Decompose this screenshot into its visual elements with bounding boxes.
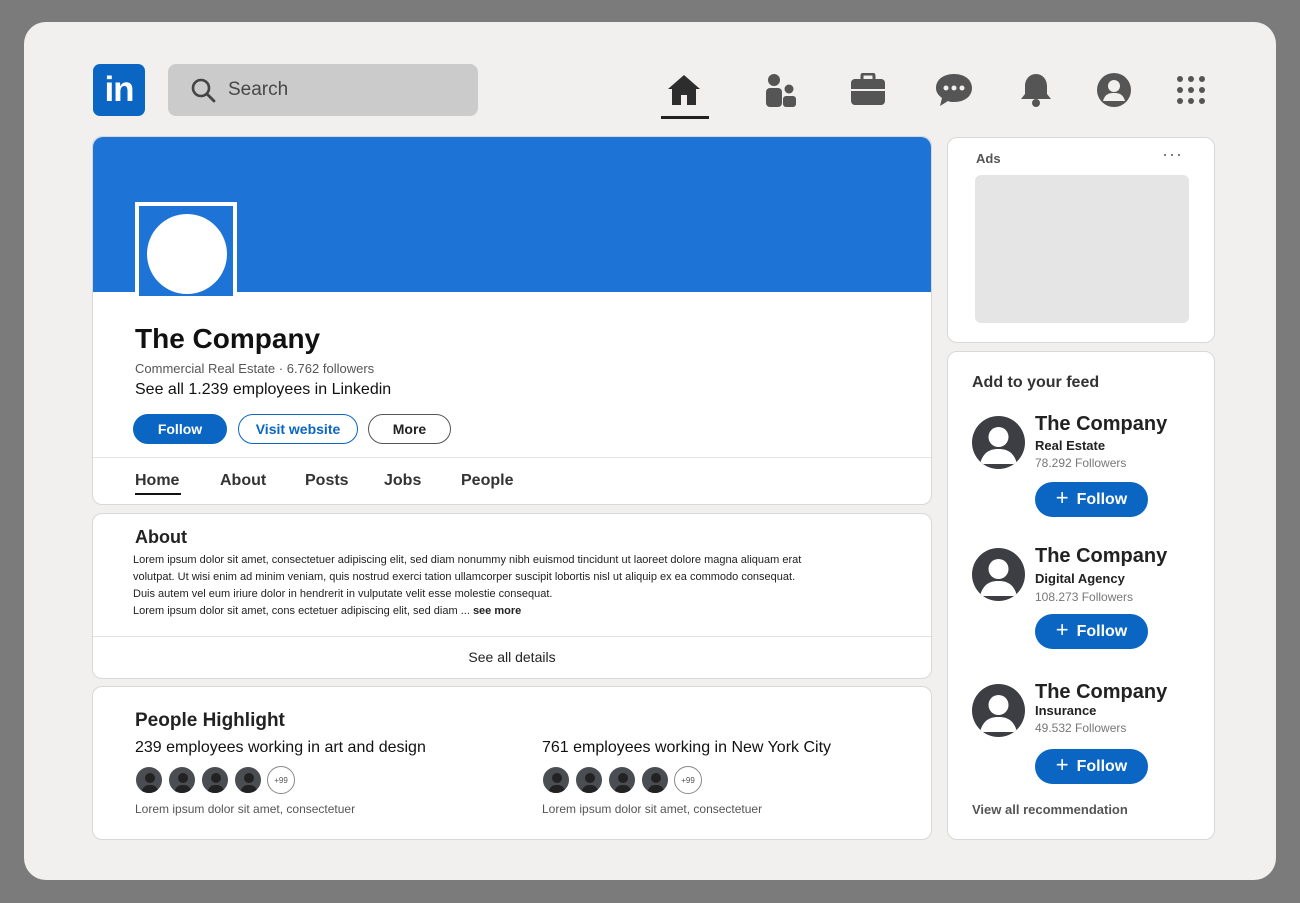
view-all-recommendation-link[interactable]: View all recommendation [972,802,1128,817]
apps-icon[interactable] [1171,70,1211,110]
people-highlight-title: People Highlight [135,710,285,731]
feed-company-industry: Insurance [1035,703,1097,718]
tab-about[interactable]: About [220,472,266,490]
company-profile-card: The Company Commercial Real Estate · 6.7… [92,136,932,505]
visit-website-button[interactable]: Visit website [238,414,358,444]
person-avatar [608,766,636,794]
person-avatar [168,766,196,794]
about-line: Duis autem vel eum iriure dolor in hendr… [133,588,553,600]
add-to-feed-card: Add to your feed The Company Real Estate… [947,351,1215,840]
person-avatar [135,766,163,794]
ads-more-options-icon[interactable]: ··· [1162,144,1183,165]
jobs-icon[interactable] [848,70,888,110]
tab-people[interactable]: People [461,472,513,490]
company-name: The Company [135,323,321,354]
feed-company-name[interactable]: The Company [1035,681,1167,704]
feed-follow-label: Follow [1076,757,1128,775]
person-avatar [201,766,229,794]
feed-company-followers: 49.532 Followers [1035,721,1127,735]
feed-follow-label: Follow [1076,622,1128,640]
about-divider [93,636,931,637]
search-icon [191,78,216,103]
people-group-caption: Lorem ipsum dolor sit amet, consectetuer [542,802,763,816]
me-icon[interactable] [1094,70,1134,110]
people-avatar-stack[interactable]: +99 [135,766,305,794]
feed-follow-label: Follow [1076,490,1128,508]
people-group-title: 761 employees working in New York City [542,739,832,756]
employees-link[interactable]: See all 1.239 employees in Linkedin [135,381,391,399]
tab-posts[interactable]: Posts [305,472,349,490]
about-line-last: Lorem ipsum dolor sit amet, cons ectetue… [133,603,853,620]
ads-card: Ads ··· [947,137,1215,343]
feed-follow-button[interactable]: + Follow [1035,749,1148,784]
ad-placeholder[interactable] [975,175,1189,323]
feed-follow-button[interactable]: + Follow [1035,614,1148,649]
about-line: Lorem ipsum dolor sit amet, consectetuer… [133,554,802,566]
see-all-details-link[interactable]: See all details [93,649,931,665]
plus-icon: + [1055,752,1069,777]
feed-company-followers: 108.273 Followers [1035,590,1134,604]
feed-company-industry: Digital Agency [1035,571,1125,586]
feed-follow-button[interactable]: + Follow [1035,482,1148,517]
person-avatar [542,766,570,794]
more-button[interactable]: More [368,414,451,444]
more-people-badge[interactable]: +99 [267,766,295,794]
feed-company-followers: 78.292 Followers [1035,456,1127,470]
tab-home[interactable]: Home [135,472,179,490]
people-group-title: 239 employees working in art and design [135,739,426,756]
company-meta: Commercial Real Estate · 6.762 followers [135,361,375,376]
plus-icon: + [1055,617,1069,642]
about-card: About Lorem ipsum dolor sit amet, consec… [92,513,932,679]
follow-button[interactable]: Follow [133,414,227,444]
people-group-caption: Lorem ipsum dolor sit amet, consectetuer [135,802,356,816]
company-logo-circle [147,214,227,294]
tabs-divider [93,457,931,458]
ads-label: Ads [976,151,1001,166]
people-highlight-card: People Highlight 239 employees working i… [92,686,932,840]
about-line: volutpat. Ut wisi enim ad minim veniam, … [133,571,796,583]
network-icon[interactable] [760,70,800,110]
feed-company-name[interactable]: The Company [1035,413,1167,436]
feed-title: Add to your feed [972,374,1100,391]
notifications-icon[interactable] [1016,70,1056,110]
more-people-badge[interactable]: +99 [674,766,702,794]
about-description: Lorem ipsum dolor sit amet, consectetuer… [133,552,853,620]
linkedin-logo[interactable]: in [93,64,145,116]
person-avatar [234,766,262,794]
person-avatar [641,766,669,794]
about-title: About [135,527,187,547]
messaging-icon[interactable] [934,70,974,110]
tab-jobs[interactable]: Jobs [384,472,421,490]
company-avatar[interactable] [972,416,1025,469]
company-avatar[interactable] [972,548,1025,601]
people-avatar-stack[interactable]: +99 [542,766,712,794]
about-line: Lorem ipsum dolor sit amet, cons ectetue… [133,605,470,617]
company-avatar[interactable] [972,684,1025,737]
person-avatar [575,766,603,794]
see-more-link[interactable]: see more [473,605,521,617]
home-icon[interactable] [664,70,704,110]
feed-company-industry: Real Estate [1035,438,1106,453]
home-active-indicator [661,116,709,119]
tab-home-underline [135,493,181,495]
feed-company-name[interactable]: The Company [1035,545,1167,568]
plus-icon: + [1055,485,1069,510]
company-logo[interactable] [135,202,237,300]
